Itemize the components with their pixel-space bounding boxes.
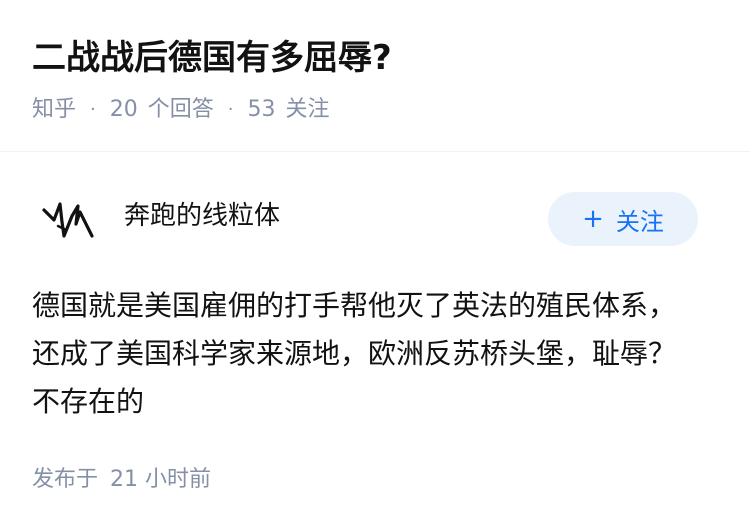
publish-prefix: 发布于 xyxy=(32,467,99,492)
meta-separator: · xyxy=(90,99,96,120)
divider xyxy=(0,151,750,152)
answer-count: 20 xyxy=(109,97,138,122)
question-title[interactable]: 二战战后德国有多屈辱? xyxy=(32,30,392,86)
follow-count: 53 xyxy=(247,97,276,122)
answer-count-label: 个回答 xyxy=(147,97,214,122)
meta-separator: · xyxy=(227,99,234,120)
avatar[interactable] xyxy=(32,190,104,246)
handwritten-scribble-avatar-icon xyxy=(42,202,94,238)
publish-info: 发布于 21 小时前 xyxy=(32,462,211,498)
plus-icon: + xyxy=(582,204,604,234)
author-name[interactable]: 奔跑的线粒体 xyxy=(124,198,280,234)
author-row: 奔跑的线粒体 + 关注 xyxy=(32,186,718,250)
zhihu-answer-card: 二战战后德国有多屈辱? 知乎 · 20 个回答 · 53 关注 奔跑的线粒体 +… xyxy=(0,0,750,530)
source-label: 知乎 xyxy=(32,97,77,122)
question-meta: 知乎 · 20 个回答 · 53 关注 xyxy=(32,92,330,128)
publish-time: 21 小时前 xyxy=(110,467,212,492)
follow-button-label: 关注 xyxy=(615,207,664,236)
follow-button[interactable]: + 关注 xyxy=(548,192,698,246)
answer-content[interactable]: 德国就是美国雇佣的打手帮他灭了英法的殖民体系，还成了美国科学家来源地，欧洲反苏桥… xyxy=(32,282,692,426)
follow-count-label: 关注 xyxy=(285,97,330,122)
